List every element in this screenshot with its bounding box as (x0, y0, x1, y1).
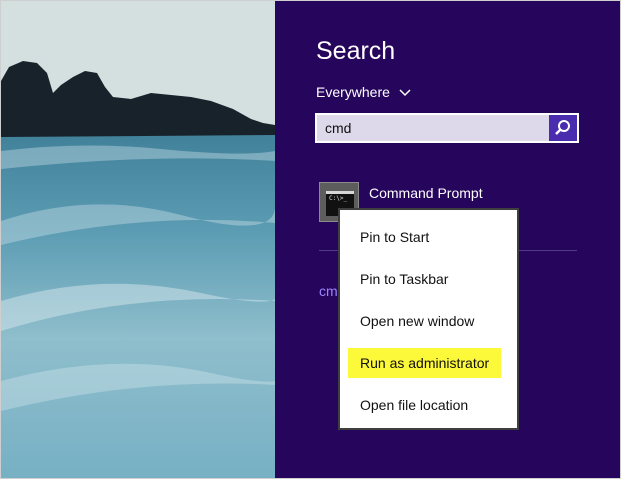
search-input[interactable] (317, 115, 549, 141)
page-title: Search (316, 37, 396, 65)
context-menu: Pin to Start Pin to Taskbar Open new win… (338, 208, 519, 430)
wallpaper (1, 1, 275, 478)
search-scope-dropdown[interactable]: Everywhere (316, 82, 412, 102)
menu-item-open-file-location[interactable]: Open file location (348, 390, 480, 420)
search-suggestion[interactable]: cm (319, 283, 338, 299)
menu-item-open-new-window[interactable]: Open new window (348, 306, 486, 336)
search-scope-label: Everywhere (316, 84, 390, 100)
search-icon (555, 120, 570, 135)
search-button[interactable] (549, 115, 577, 141)
wallpaper-image (1, 1, 275, 478)
search-result-label: Command Prompt (369, 185, 483, 201)
command-prompt-icon-text: C:\>_ (329, 195, 348, 202)
search-box (315, 113, 579, 143)
menu-item-pin-to-start[interactable]: Pin to Start (348, 222, 441, 252)
menu-item-pin-to-taskbar[interactable]: Pin to Taskbar (348, 264, 460, 294)
chevron-down-icon (399, 89, 411, 97)
menu-item-run-as-administrator[interactable]: Run as administrator (348, 348, 502, 378)
